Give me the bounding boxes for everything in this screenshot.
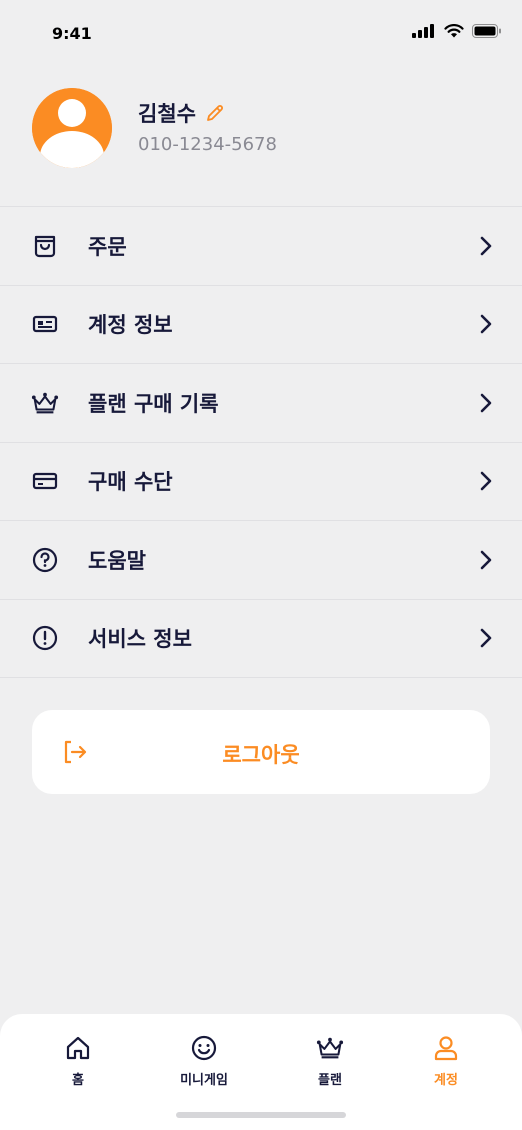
menu-item-label: 서비스 정보 bbox=[88, 627, 192, 652]
menu-item-account-info[interactable]: 계정 정보 bbox=[0, 286, 522, 364]
tab-label: 미니게임 bbox=[180, 1073, 228, 1088]
user-icon bbox=[434, 1036, 458, 1061]
home-indicator bbox=[176, 1112, 346, 1118]
logout-button[interactable]: 로그아웃 bbox=[32, 710, 490, 794]
menu-item-label: 플랜 구매 기록 bbox=[88, 391, 219, 416]
chevron-right-icon bbox=[478, 314, 494, 334]
chevron-right-icon bbox=[478, 550, 494, 570]
wifi-icon bbox=[444, 24, 464, 38]
chevron-right-icon bbox=[478, 236, 494, 256]
chevron-right-icon bbox=[478, 471, 494, 491]
menu-item-orders[interactable]: 주문 bbox=[0, 207, 522, 286]
edit-profile-button[interactable] bbox=[204, 102, 226, 124]
tab-label: 계정 bbox=[434, 1073, 458, 1088]
battery-icon bbox=[472, 24, 501, 38]
crown-icon bbox=[31, 389, 59, 417]
account-menu: 주문 계정 정보 플랜 구매 기록 구매 수단 도움말 서비스 정보 bbox=[0, 206, 522, 678]
profile-phone: 010-1234-5678 bbox=[138, 134, 277, 155]
bottom-tab-bar: 홈 미니게임 플랜 계정 bbox=[0, 1014, 522, 1130]
id-card-icon bbox=[31, 310, 59, 338]
menu-item-service-info[interactable]: 서비스 정보 bbox=[0, 600, 522, 678]
tab-home[interactable]: 홈 bbox=[23, 1034, 133, 1094]
status-icons bbox=[412, 24, 502, 38]
status-time: 9:41 bbox=[52, 24, 92, 43]
profile-header: 김철수 010-1234-5678 bbox=[32, 88, 502, 170]
status-bar: 9:41 bbox=[0, 0, 522, 68]
profile-name: 김철수 bbox=[138, 102, 196, 126]
help-circle-icon bbox=[31, 546, 59, 574]
tab-account[interactable]: 계정 bbox=[391, 1034, 501, 1094]
menu-item-label: 도움말 bbox=[88, 548, 146, 573]
smile-icon bbox=[191, 1035, 217, 1061]
info-circle-icon bbox=[31, 624, 59, 652]
profile-name-row: 김철수 bbox=[138, 98, 226, 128]
logout-label: 로그아웃 bbox=[222, 743, 300, 767]
menu-item-payment-methods[interactable]: 구매 수단 bbox=[0, 443, 522, 521]
tab-minigame[interactable]: 미니게임 bbox=[149, 1034, 259, 1094]
user-avatar-icon bbox=[32, 88, 112, 168]
chevron-right-icon bbox=[478, 393, 494, 413]
cellular-signal-icon bbox=[412, 24, 434, 38]
menu-item-label: 구매 수단 bbox=[88, 470, 173, 495]
menu-item-label: 계정 정보 bbox=[88, 313, 173, 338]
home-icon bbox=[66, 1036, 90, 1060]
chevron-right-icon bbox=[478, 628, 494, 648]
avatar[interactable] bbox=[32, 88, 112, 168]
tab-label: 플랜 bbox=[318, 1073, 342, 1088]
pencil-icon bbox=[207, 105, 223, 121]
tab-label: 홈 bbox=[72, 1073, 84, 1088]
shopping-bag-icon bbox=[31, 232, 59, 260]
menu-item-label: 주문 bbox=[88, 234, 127, 259]
crown-icon bbox=[316, 1037, 344, 1059]
menu-item-help[interactable]: 도움말 bbox=[0, 521, 522, 600]
menu-item-plan-history[interactable]: 플랜 구매 기록 bbox=[0, 364, 522, 443]
tab-plan[interactable]: 플랜 bbox=[275, 1034, 385, 1094]
credit-card-icon bbox=[31, 467, 59, 495]
